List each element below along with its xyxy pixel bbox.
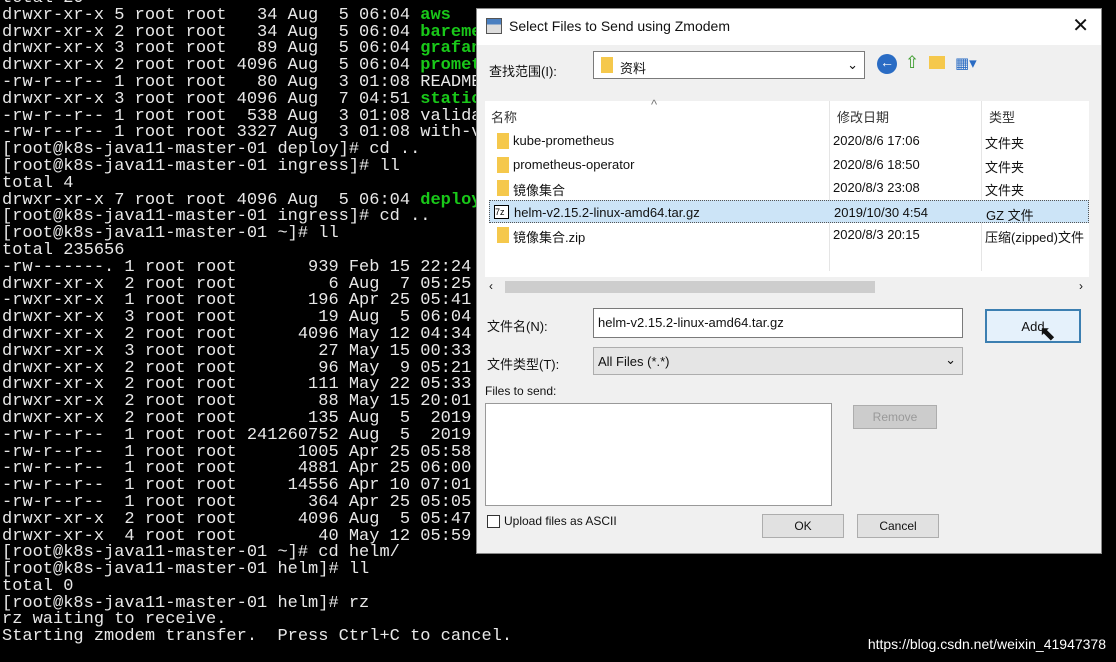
file-row[interactable]: kube-prometheus 2020/8/6 17:06 文件夹 (489, 129, 1089, 152)
file-name: helm-v2.15.2-linux-amd64.tar.gz (514, 204, 700, 220)
new-folder-icon[interactable] (929, 56, 945, 69)
add-button[interactable]: Add (985, 309, 1081, 343)
file-name: 镜像集合.zip (513, 230, 586, 246)
folder-icon (601, 57, 613, 73)
terminal-output: total 20drwxr-xr-x 5 root root 34 Aug 5 … (2, 0, 512, 646)
filetype-value: All Files (*.*) (598, 354, 670, 369)
close-icon[interactable]: ✕ (1072, 13, 1089, 38)
dialog-title: Select Files to Send using Zmodem (509, 18, 730, 34)
horizontal-scrollbar[interactable]: ‹ › (485, 277, 1089, 297)
file-type: GZ 文件 (986, 207, 1034, 223)
view-menu-icon[interactable]: ▦▾ (955, 54, 977, 72)
file-date: 2020/8/6 18:50 (833, 156, 920, 172)
file-row[interactable]: prometheus-operator 2020/8/6 18:50 文件夹 (489, 153, 1089, 176)
file-name: 镜像集合 (513, 183, 566, 199)
folder-icon (497, 180, 509, 197)
remove-button[interactable]: Remove (853, 405, 937, 429)
file-date: 2020/8/3 20:15 (833, 227, 920, 243)
column-name[interactable]: 名称 (491, 107, 517, 126)
ok-button[interactable]: OK (762, 514, 844, 538)
file-type: 文件夹 (985, 159, 1025, 175)
file-name: prometheus-operator (513, 156, 635, 172)
file-type: 压缩(zipped)文件 (985, 230, 1084, 246)
file-row[interactable]: 镜像集合.zip 2020/8/3 20:15 压缩(zipped)文件 (489, 223, 1089, 246)
watermark: https://blog.csdn.net/weixin_41947378 (867, 636, 1106, 652)
look-in-label: 查找范围(I): (489, 64, 557, 79)
mouse-cursor-icon: ⬉ (1039, 323, 1056, 345)
scrollbar-thumb[interactable] (505, 281, 875, 293)
folder-icon (497, 133, 509, 149)
file-name: kube-prometheus (513, 133, 615, 148)
terminal-line: Starting zmodem transfer. Press Ctrl+C t… (2, 627, 513, 647)
file-row[interactable]: 7z helm-v2.15.2-linux-amd64.tar.gz 2019/10… (489, 199, 1089, 223)
files-to-send-list[interactable] (485, 403, 832, 506)
folder-icon (497, 156, 509, 173)
file-date: 2020/8/6 17:06 (833, 133, 920, 148)
archive-7z-icon: 7z (494, 204, 509, 219)
scroll-right-icon[interactable]: › (1079, 279, 1083, 293)
file-type: 文件夹 (985, 136, 1025, 151)
app-icon (486, 18, 502, 34)
column-date[interactable]: 修改日期 (837, 107, 889, 126)
zmodem-dialog: Select Files to Send using Zmodem ✕ 查找范围… (476, 8, 1102, 554)
sort-ascending-icon: ^ (651, 97, 658, 112)
look-in-value: 资料 (620, 61, 647, 76)
look-in-select[interactable]: 资料 ⌄ (593, 51, 865, 79)
filename-input[interactable]: helm-v2.15.2-linux-amd64.tar.gz (593, 308, 963, 338)
filetype-select[interactable]: All Files (*.*) ⌄ (593, 347, 963, 375)
zip-folder-icon (497, 227, 509, 244)
filetype-label: 文件类型(T): (487, 357, 560, 372)
file-list[interactable]: ^ 名称 修改日期 类型 kube-prometheus 2020/8/6 17:… (485, 97, 1089, 297)
file-date: 2019/10/30 4:54 (834, 204, 928, 220)
column-type[interactable]: 类型 (989, 107, 1015, 126)
file-row[interactable]: 镜像集合 2020/8/3 23:08 文件夹 (489, 176, 1089, 199)
terminal-line: [root@k8s-java11-master-01 helm]# ll (2, 560, 370, 580)
files-to-send-label: Files to send: (485, 384, 557, 398)
file-date: 2020/8/3 23:08 (833, 180, 920, 196)
up-folder-icon[interactable]: ⇧ (905, 53, 919, 73)
chevron-down-icon: ⌄ (847, 57, 858, 72)
file-type: 文件夹 (985, 183, 1025, 199)
title-bar: Select Files to Send using Zmodem ✕ (477, 9, 1101, 45)
chevron-down-icon: ⌄ (945, 352, 956, 367)
back-icon[interactable]: ← (877, 54, 897, 74)
ascii-label: Upload files as ASCII (504, 514, 617, 528)
cancel-button[interactable]: Cancel (857, 514, 939, 538)
scroll-left-icon[interactable]: ‹ (489, 279, 493, 293)
terminal-line: [root@k8s-java11-master-01 ingress]# ll (2, 156, 400, 176)
ascii-checkbox[interactable] (487, 515, 500, 528)
filename-label: 文件名(N): (487, 319, 548, 334)
